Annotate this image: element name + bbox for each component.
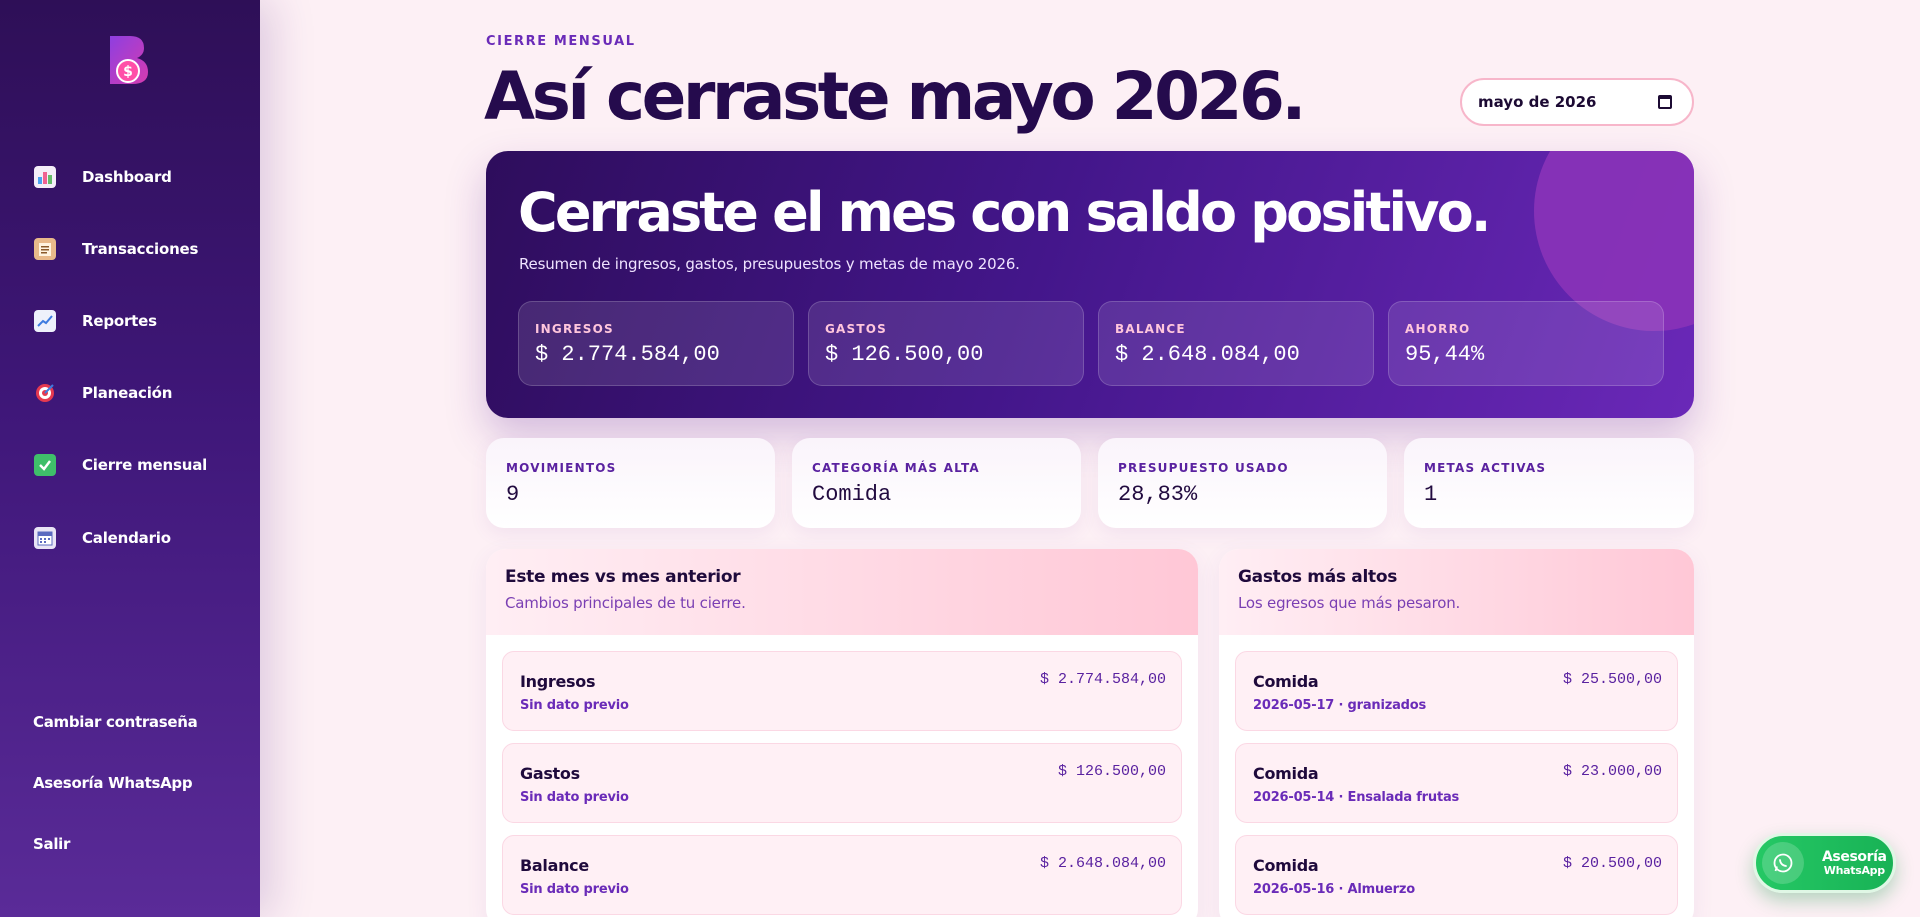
row-amount: $ 23.000,00 xyxy=(1562,763,1662,780)
month-picker[interactable]: mayo de 2026 xyxy=(1460,78,1694,126)
stat-label: CATEGORÍA MÁS ALTA xyxy=(812,461,980,475)
list-item: Comida 2026-05-17 · granizados $ 25.500,… xyxy=(1235,651,1678,731)
sidebar-item-label: Cierre mensual xyxy=(82,456,208,474)
row-name: Comida xyxy=(1253,764,1319,783)
kpi-label: BALANCE xyxy=(1115,322,1186,336)
row-name: Comida xyxy=(1253,672,1319,691)
sidebar-item-transacciones[interactable]: Transacciones xyxy=(34,234,244,264)
whatsapp-float-button[interactable]: Asesoría WhatsApp xyxy=(1753,833,1896,893)
stat-metas-activas: METAS ACTIVAS 1 xyxy=(1404,438,1694,528)
logout-link[interactable]: Salir xyxy=(33,835,70,853)
whatsapp-button-line2: WhatsApp xyxy=(1823,863,1885,877)
kpi-label: GASTOS xyxy=(825,322,888,336)
list-item: Gastos Sin dato previo $ 126.500,00 xyxy=(502,743,1182,823)
list-item: Comida 2026-05-16 · Almuerzo $ 20.500,00 xyxy=(1235,835,1678,915)
page-title: Así cerraste mayo 2026. xyxy=(484,58,1306,135)
kpi-ahorro: AHORRO 95,44% xyxy=(1388,301,1664,386)
month-picker-value: mayo de 2026 xyxy=(1478,93,1597,111)
row-meta: Sin dato previo xyxy=(520,698,629,713)
kpi-label: INGRESOS xyxy=(535,322,614,336)
sidebar-item-label: Reportes xyxy=(82,312,157,330)
kpi-label: AHORRO xyxy=(1405,322,1471,336)
row-meta: Sin dato previo xyxy=(520,882,629,897)
panel-subtitle: Los egresos que más pesaron. xyxy=(1238,594,1461,612)
list-item: Ingresos Sin dato previo $ 2.774.584,00 xyxy=(502,651,1182,731)
row-amount: $ 2.648.084,00 xyxy=(1039,855,1166,872)
row-meta: Sin dato previo xyxy=(520,790,629,805)
row-name: Balance xyxy=(520,856,589,875)
sidebar-item-label: Calendario xyxy=(82,529,171,547)
kpi-value: $ 126.500,00 xyxy=(825,342,984,367)
sidebar-item-label: Dashboard xyxy=(82,168,172,186)
calendar-icon xyxy=(34,527,56,549)
calendar-icon[interactable] xyxy=(1658,95,1672,109)
row-meta: 2026-05-14 · Ensalada frutas xyxy=(1253,790,1460,805)
row-name: Ingresos xyxy=(520,672,596,691)
stat-presupuesto-usado: PRESUPUESTO USADO 28,83% xyxy=(1098,438,1387,528)
svg-text:$: $ xyxy=(123,64,133,80)
kpi-ingresos: INGRESOS $ 2.774.584,00 xyxy=(518,301,794,386)
app-logo[interactable]: $ xyxy=(108,34,152,86)
kpi-value: $ 2.648.084,00 xyxy=(1115,342,1300,367)
sidebar-item-label: Transacciones xyxy=(82,240,199,258)
sidebar-item-reportes[interactable]: Reportes xyxy=(34,306,244,336)
list-item: Balance Sin dato previo $ 2.648.084,00 xyxy=(502,835,1182,915)
kpi-value: $ 2.774.584,00 xyxy=(535,342,720,367)
row-name: Gastos xyxy=(520,764,580,783)
top-expenses-panel: Gastos más altos Los egresos que más pes… xyxy=(1219,549,1694,917)
sidebar-item-calendario[interactable]: Calendario xyxy=(34,523,244,553)
trend-chart-icon xyxy=(34,310,56,332)
bar-chart-icon xyxy=(34,166,56,188)
target-icon xyxy=(34,382,56,404)
sidebar-item-label: Planeación xyxy=(82,384,173,402)
clipboard-icon xyxy=(34,238,56,260)
row-amount: $ 2.774.584,00 xyxy=(1039,671,1166,688)
row-amount: $ 25.500,00 xyxy=(1562,671,1662,688)
hero-title: Cerraste el mes con saldo positivo. xyxy=(518,181,1491,244)
comparison-panel: Este mes vs mes anterior Cambios princip… xyxy=(486,549,1198,917)
summary-hero: Cerraste el mes con saldo positivo. Resu… xyxy=(486,151,1694,418)
row-name: Comida xyxy=(1253,856,1319,875)
stat-movimientos: MOVIMIENTOS 9 xyxy=(486,438,775,528)
stat-value: Comida xyxy=(812,482,892,507)
sidebar-item-planeacion[interactable]: Planeación xyxy=(34,378,244,408)
whatsapp-button-text: Asesoría WhatsApp xyxy=(1822,850,1887,876)
change-password-link[interactable]: Cambiar contraseña xyxy=(33,713,198,731)
stat-label: MOVIMIENTOS xyxy=(506,461,617,475)
row-meta: 2026-05-17 · granizados xyxy=(1253,698,1427,713)
check-box-icon xyxy=(34,454,56,476)
stat-value: 9 xyxy=(506,482,520,507)
sidebar-item-dashboard[interactable]: Dashboard xyxy=(34,162,244,192)
panel-header: Gastos más altos Los egresos que más pes… xyxy=(1219,549,1694,635)
list-item: Comida 2026-05-14 · Ensalada frutas $ 23… xyxy=(1235,743,1678,823)
sidebar-item-cierre-mensual[interactable]: Cierre mensual xyxy=(34,450,244,480)
row-meta: 2026-05-16 · Almuerzo xyxy=(1253,882,1415,897)
kpi-gastos: GASTOS $ 126.500,00 xyxy=(808,301,1084,386)
panel-title: Este mes vs mes anterior xyxy=(505,567,741,587)
stat-categoria-mas-alta: CATEGORÍA MÁS ALTA Comida xyxy=(792,438,1081,528)
page-eyebrow: CIERRE MENSUAL xyxy=(486,34,636,49)
kpi-balance: BALANCE $ 2.648.084,00 xyxy=(1098,301,1374,386)
stat-label: PRESUPUESTO USADO xyxy=(1118,461,1289,475)
kpi-value: 95,44% xyxy=(1405,342,1485,367)
whatsapp-icon xyxy=(1762,842,1804,884)
panel-title: Gastos más altos xyxy=(1238,567,1398,587)
stat-value: 1 xyxy=(1424,482,1438,507)
sidebar: $ Dashboard Transacciones Reportes Plane… xyxy=(0,0,260,917)
whatsapp-button-line1: Asesoría xyxy=(1822,848,1887,865)
stat-value: 28,83% xyxy=(1118,482,1198,507)
row-amount: $ 126.500,00 xyxy=(1057,763,1166,780)
hero-subtitle: Resumen de ingresos, gastos, presupuesto… xyxy=(519,255,1020,273)
stat-label: METAS ACTIVAS xyxy=(1424,461,1547,475)
row-amount: $ 20.500,00 xyxy=(1562,855,1662,872)
panel-header: Este mes vs mes anterior Cambios princip… xyxy=(486,549,1198,635)
whatsapp-advice-link[interactable]: Asesoría WhatsApp xyxy=(33,774,193,792)
panel-subtitle: Cambios principales de tu cierre. xyxy=(505,594,746,612)
